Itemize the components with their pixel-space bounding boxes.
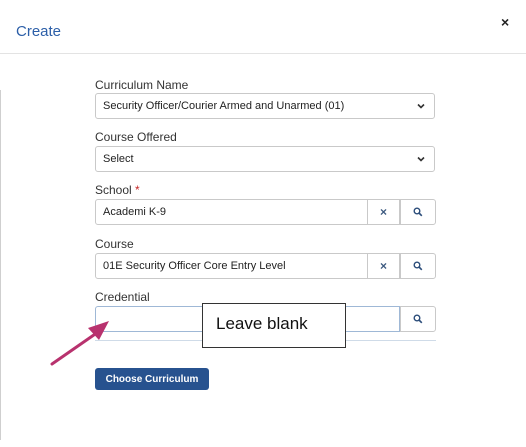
pointer-arrow-icon — [50, 321, 109, 366]
